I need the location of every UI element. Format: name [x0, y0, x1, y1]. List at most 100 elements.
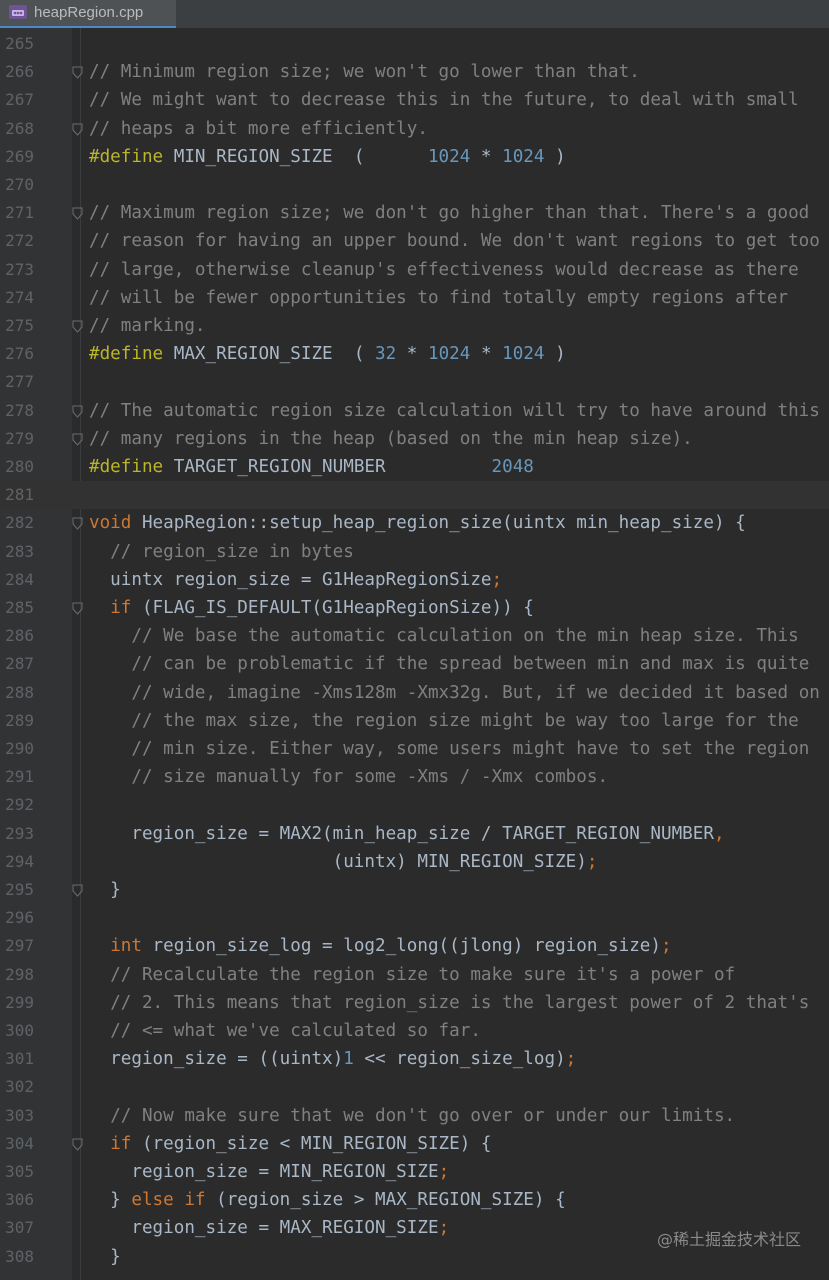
- line-number: 273: [5, 259, 34, 279]
- code-token: ;: [438, 1218, 450, 1239]
- code-text: region_size = MAX2(min_heap_size / TARGE…: [89, 820, 724, 848]
- line-number: 275: [5, 316, 34, 335]
- code-line[interactable]: 270: [0, 171, 829, 199]
- code-line[interactable]: 302: [0, 1073, 829, 1101]
- line-number: 283: [5, 541, 34, 561]
- code-line[interactable]: 268 // heaps a bit more efficiently.: [0, 115, 829, 143]
- line-number: 271: [5, 203, 34, 223]
- line-number: 265: [5, 34, 34, 53]
- code-line[interactable]: 291 // size manually for some -Xms / -Xm…: [0, 763, 829, 791]
- fold-marker-icon[interactable]: [72, 1138, 83, 1151]
- code-text: // many regions in the heap (based on th…: [89, 425, 693, 453]
- code-line[interactable]: 300 // <= what we've calculated so far.: [0, 1017, 829, 1045]
- line-number: 288: [5, 682, 34, 702]
- fold-marker-icon[interactable]: [72, 123, 83, 136]
- fold-marker-icon[interactable]: [72, 517, 83, 531]
- code-token: region_size = MIN_REGION_SIZE: [89, 1162, 439, 1182]
- code-line[interactable]: 297 int region_size_log = log2_long((jlo…: [0, 932, 829, 960]
- code-token: << region_size_log): [353, 1049, 566, 1070]
- code-line[interactable]: 290 // min size. Either way, some users …: [0, 735, 829, 763]
- line-number: 292: [5, 795, 34, 815]
- code-token: #define: [89, 146, 174, 167]
- code-line[interactable]: 277: [0, 368, 829, 396]
- code-line[interactable]: 269 #define MIN_REGION_SIZE ( 1024 * 1024…: [0, 143, 829, 171]
- code-text: // size manually for some -Xms / -Xmx co…: [89, 763, 608, 791]
- code-line[interactable]: 288 // wide, imagine -Xms128m -Xmx32g. B…: [0, 679, 829, 707]
- fold-marker-icon[interactable]: [72, 405, 83, 418]
- code-token: 32: [375, 344, 397, 365]
- code-text: // region_size in bytes: [89, 538, 354, 566]
- code-line[interactable]: 303 // Now make sure that we don't go ov…: [0, 1102, 829, 1130]
- code-text: (uintx) MIN_REGION_SIZE);: [89, 848, 598, 876]
- code-line[interactable]: 279 // many regions in the heap (based on…: [0, 425, 829, 453]
- code-token: region_size_log = log2_long((jlong) regi…: [141, 936, 661, 957]
- code-line[interactable]: 276 #define MAX_REGION_SIZE ( 32 * 1024 *…: [0, 340, 829, 368]
- code-line[interactable]: 287 // can be problematic if the spread …: [0, 650, 829, 678]
- code-line[interactable]: 282 void HeapRegion::setup_heap_region_si…: [0, 509, 829, 537]
- code-text: // min size. Either way, some users migh…: [89, 735, 809, 763]
- code-token: // We base the automatic calculation on …: [131, 626, 799, 647]
- code-text: // wide, imagine -Xms128m -Xmx32g. But, …: [89, 679, 820, 707]
- code-text: region_size = ((uintx)1 << region_size_l…: [89, 1045, 576, 1073]
- code-line[interactable]: 292: [0, 791, 829, 819]
- code-text: #define MIN_REGION_SIZE ( 1024 * 1024 ): [89, 143, 566, 171]
- code-line[interactable]: 266 // Minimum region size; we won't go l…: [0, 58, 829, 86]
- code-line[interactable]: 272 // reason for having an upper bound. …: [0, 227, 829, 255]
- fold-marker-icon[interactable]: [72, 884, 83, 897]
- code-token: *: [470, 344, 503, 365]
- code-line[interactable]: 295 }: [0, 876, 829, 904]
- code-line[interactable]: 280 #define TARGET_REGION_NUMBER 2048: [0, 453, 829, 481]
- code-token: *: [470, 146, 503, 167]
- code-text: }: [89, 1243, 121, 1271]
- line-number: 278: [5, 400, 34, 420]
- tab-heapregion-cpp[interactable]: heapRegion.cpp: [0, 0, 176, 28]
- code-line[interactable]: 267 // We might want to decrease this in …: [0, 86, 829, 114]
- code-line[interactable]: 289 // the max size, the region size mig…: [0, 707, 829, 735]
- code-token: void: [89, 513, 132, 534]
- line-number: 280: [5, 457, 34, 476]
- code-line[interactable]: 306 } else if (region_size > MAX_REGION_…: [0, 1186, 829, 1214]
- code-line[interactable]: 298 // Recalculate the region size to ma…: [0, 961, 829, 989]
- fold-marker-icon[interactable]: [72, 320, 83, 333]
- line-number: 289: [5, 710, 34, 730]
- code-line[interactable]: 304 if (region_size < MIN_REGION_SIZE) {: [0, 1130, 829, 1158]
- code-token: 1: [343, 1049, 354, 1070]
- code-text: // reason for having an upper bound. We …: [89, 227, 820, 255]
- code-line[interactable]: 299 // 2. This means that region_size is…: [0, 989, 829, 1017]
- fold-marker-icon[interactable]: [72, 207, 83, 220]
- code-line[interactable]: 285 if (FLAG_IS_DEFAULT(G1HeapRegionSize…: [0, 594, 829, 622]
- line-number: 269: [5, 146, 34, 166]
- code-token: ;: [586, 851, 598, 872]
- code-line[interactable]: 296: [0, 904, 829, 932]
- code-line[interactable]: 274 // will be fewer opportunities to fin…: [0, 284, 829, 312]
- code-line[interactable]: 278 // The automatic region size calculat…: [0, 397, 829, 425]
- code-token: #define: [89, 457, 174, 477]
- fold-marker-icon[interactable]: [72, 433, 83, 446]
- fold-marker-icon[interactable]: [72, 66, 83, 79]
- code-text: // Minimum region size; we won't go lowe…: [89, 58, 640, 86]
- code-token: int: [110, 936, 142, 957]
- code-line[interactable]: 275 // marking.: [0, 312, 829, 340]
- code-line[interactable]: 271 // Maximum region size; we don't go h…: [0, 199, 829, 227]
- code-line[interactable]: 284 uintx region_size = G1HeapRegionSize…: [0, 566, 829, 594]
- code-line[interactable]: 301 region_size = ((uintx)1 << region_si…: [0, 1045, 829, 1073]
- code-token: // The automatic region size calculation…: [89, 400, 820, 421]
- code-line[interactable]: 294 (uintx) MIN_REGION_SIZE);: [0, 848, 829, 876]
- code-line[interactable]: 293 region_size = MAX2(min_heap_size / T…: [0, 820, 829, 848]
- line-number: 285: [5, 598, 34, 617]
- code-line[interactable]: 281: [0, 481, 829, 510]
- code-line[interactable]: 286 // We base the automatic calculation…: [0, 622, 829, 650]
- code-token: // many regions in the heap (based on th…: [89, 428, 693, 449]
- code-editor[interactable]: 265 266 // Minimum region size; we won't g…: [0, 28, 829, 1280]
- code-text: region_size = MIN_REGION_SIZE;: [89, 1158, 449, 1186]
- code-text: // <= what we've calculated so far.: [89, 1017, 481, 1045]
- fold-marker-icon[interactable]: [72, 602, 83, 615]
- code-line[interactable]: 283 // region_size in bytes: [0, 538, 829, 566]
- code-line[interactable]: 265: [0, 30, 829, 58]
- code-line[interactable]: 305 region_size = MIN_REGION_SIZE;: [0, 1158, 829, 1186]
- code-line[interactable]: 273 // large, otherwise cleanup's effecti…: [0, 256, 829, 284]
